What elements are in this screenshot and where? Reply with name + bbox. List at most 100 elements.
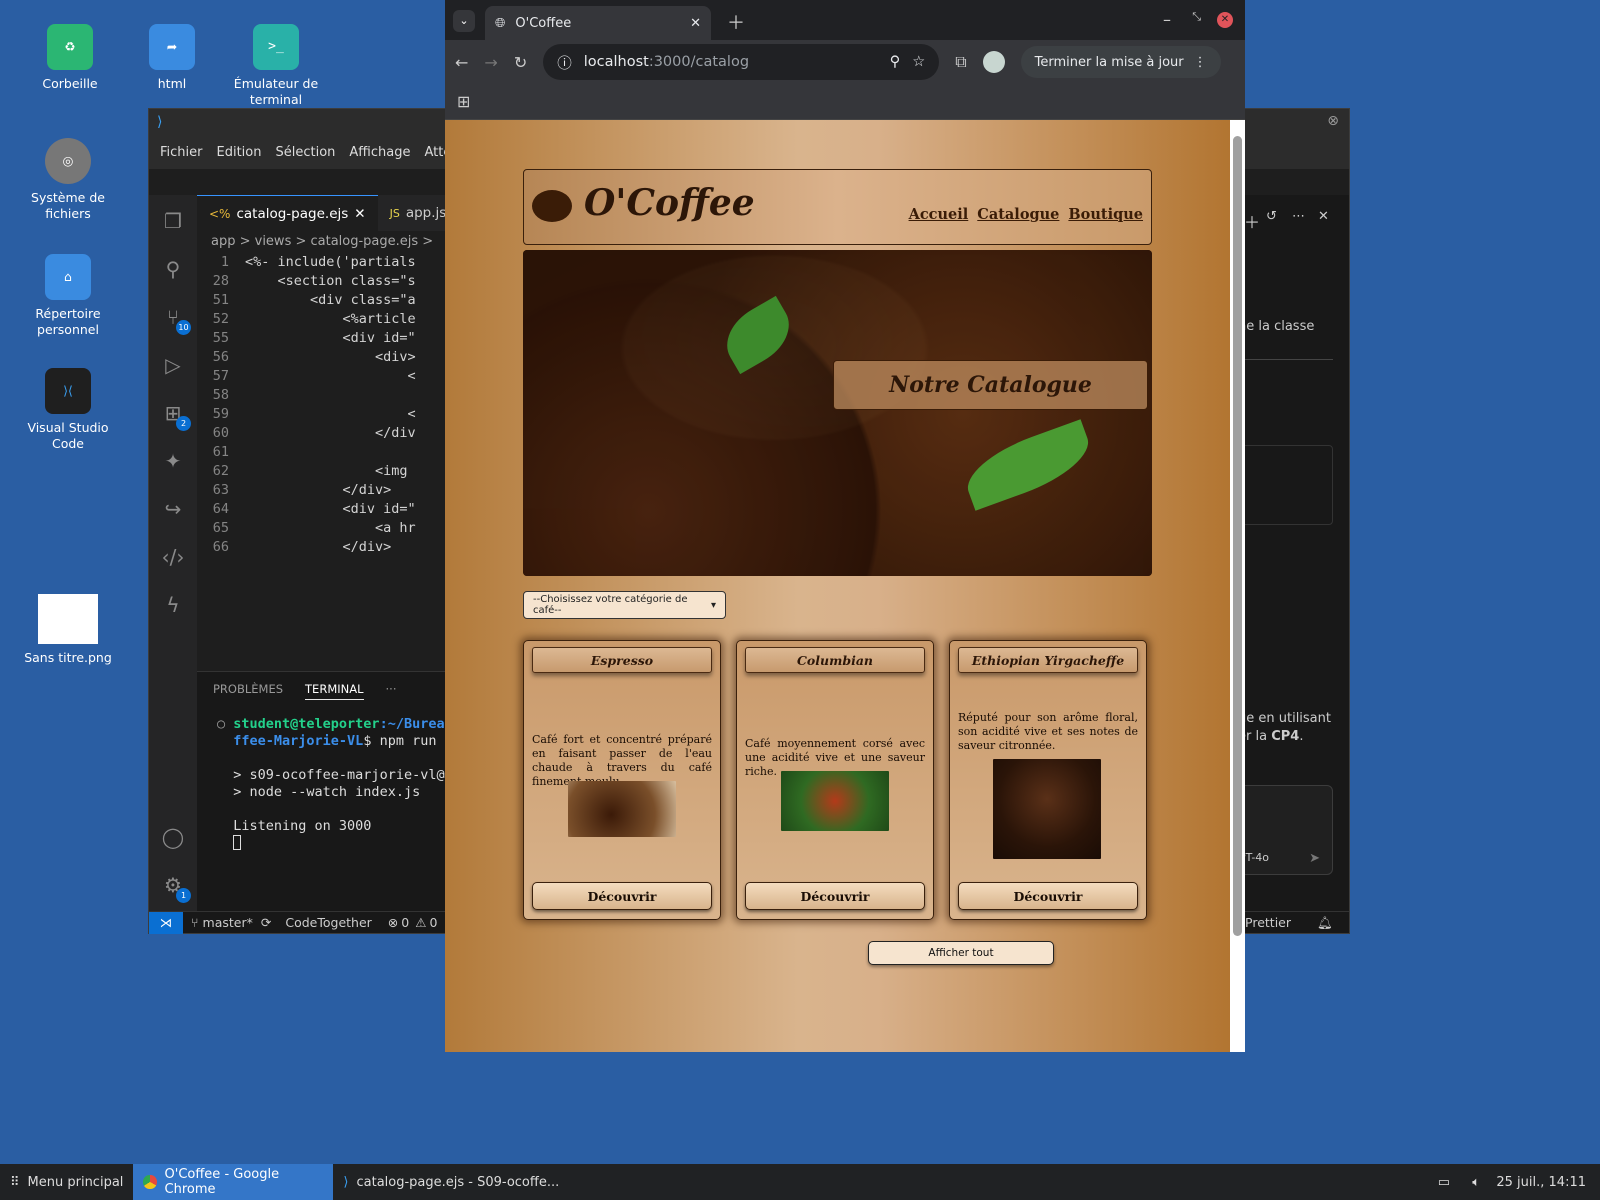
browser-tab[interactable]: 🌐︎ O'Coffee ✕ (485, 6, 711, 40)
start-menu-button[interactable]: ⠿ Menu principal (0, 1164, 133, 1200)
forward-icon[interactable]: → (484, 53, 497, 72)
close-icon[interactable]: ⊗ (1327, 113, 1339, 129)
code-text: < (245, 406, 416, 422)
volume-icon[interactable]: 🔈︎ (1472, 1175, 1480, 1190)
panel-more-icon[interactable]: ··· (386, 682, 397, 700)
menu-edit[interactable]: Edition (210, 145, 269, 160)
copilot-icon[interactable]: ✦ (161, 449, 185, 473)
chat-more-icon[interactable]: ⋯ (1292, 209, 1305, 224)
nav-accueil[interactable]: Accueil (909, 206, 969, 223)
menu-file[interactable]: Fichier (153, 145, 210, 160)
show-all-button[interactable]: Afficher tout (868, 941, 1054, 965)
desktop-icon-filesystem[interactable]: ◎ Système de fichiers (22, 138, 114, 222)
chat-close-icon[interactable]: ✕ (1318, 209, 1329, 224)
code-icon[interactable]: ‹/› (161, 545, 185, 569)
tab-search-icon[interactable]: ⌄ (453, 10, 475, 32)
prettier-status[interactable]: Prettier (1245, 915, 1291, 930)
account-icon[interactable]: ◯ (161, 825, 185, 849)
code-text: <div id=" (245, 501, 416, 517)
chevron-down-icon: ▾ (710, 599, 716, 611)
send-icon[interactable]: ➤ (1309, 851, 1320, 866)
breadcrumb[interactable]: app > views > catalog-page.ejs > (211, 234, 433, 249)
search-icon[interactable]: ⚲ (161, 257, 185, 281)
codetogether-status[interactable]: CodeTogether (285, 915, 371, 930)
discover-button[interactable]: Découvrir (958, 882, 1138, 910)
discover-button[interactable]: Découvrir (745, 882, 925, 910)
network-icon[interactable]: ▭ (1438, 1175, 1450, 1190)
close-tab-icon[interactable]: ✕ (354, 206, 365, 222)
desktop-icon-terminal[interactable]: >_ Émulateur de terminal (230, 24, 322, 108)
update-button[interactable]: Terminer la mise à jour ⋮ (1020, 46, 1221, 78)
chat-history-icon[interactable]: ↺ (1266, 209, 1277, 224)
extensions-puzzle-icon[interactable]: ⧉ (955, 52, 966, 72)
settings-gear-icon[interactable]: ⚙ 1 (161, 873, 191, 903)
chat-input[interactable]: PT-4o ➤ (1236, 785, 1333, 875)
code-text: </div> (245, 482, 392, 498)
warning-count[interactable]: 0 (429, 915, 437, 930)
folder-icon: ➦ (149, 24, 195, 70)
desktop-icon-html[interactable]: ➦ html (126, 24, 218, 92)
desktop-icon-image[interactable]: Sans titre.png (22, 594, 114, 666)
line-number: 66 (212, 539, 229, 555)
clock[interactable]: 25 juil., 14:11 (1496, 1175, 1586, 1190)
scrollbar-thumb[interactable] (1233, 136, 1242, 936)
page-scrollbar[interactable] (1230, 120, 1245, 1052)
tab-terminal[interactable]: TERMINAL (305, 682, 364, 700)
restore-icon[interactable]: ⤡ (1192, 10, 1201, 24)
grid-icon: ⠿ (10, 1174, 20, 1190)
close-tab-icon[interactable]: ✕ (690, 16, 701, 31)
url-host: localhost (583, 54, 649, 70)
toolbar: ← → ↻ ⓘ localhost:3000/catalog ⚲ ☆ ⧉ Ter… (445, 40, 1245, 84)
discover-button[interactable]: Découvrir (532, 882, 712, 910)
reload-icon[interactable]: ↻ (514, 53, 527, 72)
nav-catalogue[interactable]: Catalogue (977, 206, 1059, 223)
taskbar-app-label: O'Coffee - Google Chrome (164, 1167, 280, 1197)
code-text: <div class="a (245, 292, 416, 308)
desktop-icon-home[interactable]: ⌂ Répertoire personnel (22, 254, 114, 338)
product-image (781, 771, 889, 831)
chat-add-icon[interactable]: ＋ (1244, 209, 1260, 233)
remote-icon[interactable]: ⋊ (149, 911, 183, 934)
site-logo[interactable]: O'Coffee (584, 182, 755, 224)
source-control-icon[interactable]: ⑂ 10 (161, 305, 191, 335)
terminal-path-cont: ffee-Marjorie-VL (233, 733, 364, 749)
nav-boutique[interactable]: Boutique (1068, 206, 1143, 223)
explorer-icon[interactable]: ❐ (161, 209, 185, 233)
error-icon: ⊗ (387, 915, 399, 930)
share-icon[interactable]: ↪ (161, 497, 185, 521)
address-bar[interactable]: ⓘ localhost:3000/catalog ⚲ ☆ (543, 44, 940, 80)
chat-text: er la CP4. (1238, 729, 1304, 744)
site-info-icon[interactable]: ⓘ (557, 52, 572, 73)
category-select[interactable]: --Choisissez votre catégorie de café-- ▾ (523, 591, 726, 619)
taskbar-app-chrome[interactable]: O'Coffee - Google Chrome (133, 1164, 334, 1200)
line-number: 58 (212, 387, 229, 403)
extensions-icon[interactable]: ⊞ 2 (161, 401, 191, 431)
new-tab-icon[interactable]: ＋ (727, 9, 745, 35)
line-number: 59 (212, 406, 229, 422)
back-icon[interactable]: ← (455, 53, 468, 72)
branch-name[interactable]: master* (203, 915, 253, 930)
tab-problems[interactable]: PROBLÈMES (213, 682, 283, 700)
desktop-icon-trash[interactable]: ♻ Corbeille (24, 24, 116, 92)
tab-label: app.js (405, 205, 447, 221)
menu-selection[interactable]: Sélection (268, 145, 342, 160)
menu-view[interactable]: Affichage (342, 145, 417, 160)
desktop-icon-label: Émulateur de terminal (233, 76, 319, 107)
desktop-icon-label: Système de fichiers (31, 190, 105, 221)
apps-grid-icon[interactable]: ⊞ (457, 92, 470, 111)
page-viewport[interactable]: O'Coffee Accueil Catalogue Boutique Notr… (445, 120, 1230, 1052)
terminal-cursor (233, 835, 242, 850)
tab-catalog-page[interactable]: <% catalog-page.ejs ✕ (197, 195, 378, 231)
lightning-icon[interactable]: ϟ (161, 593, 185, 617)
sync-icon[interactable]: ⟳ (261, 915, 271, 930)
taskbar-app-vscode[interactable]: ⟩ catalog-page.ejs - S09-ocoffe... (333, 1164, 569, 1200)
desktop-icon-vscode[interactable]: ⟩⟨ Visual Studio Code (22, 368, 114, 452)
notifications-icon[interactable]: 🔔︎ (1317, 915, 1333, 931)
bookmark-star-icon[interactable]: ☆ (912, 54, 925, 70)
error-count[interactable]: 0 (401, 915, 409, 930)
profile-avatar[interactable] (982, 51, 1005, 73)
run-debug-icon[interactable]: ▷ (161, 353, 185, 377)
minimize-icon[interactable]: – (1163, 10, 1171, 29)
zoom-icon[interactable]: ⚲ (890, 54, 901, 70)
close-window-icon[interactable]: ✕ (1217, 12, 1233, 28)
